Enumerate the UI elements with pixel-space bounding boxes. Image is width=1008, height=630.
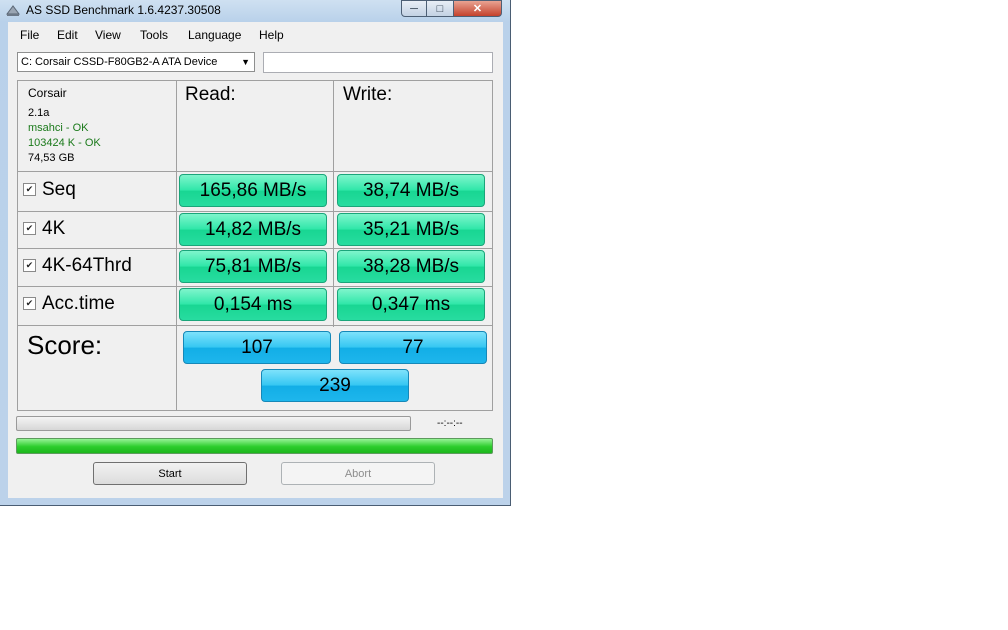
device-dropdown-value: C: Corsair CSSD-F80GB2-A ATA Device bbox=[21, 56, 218, 68]
device-dropdown[interactable]: C: Corsair CSSD-F80GB2-A ATA Device ▼ bbox=[17, 52, 255, 72]
menu-edit[interactable]: Edit bbox=[57, 28, 78, 42]
overall-progress-bar bbox=[16, 438, 493, 454]
menu-view[interactable]: View bbox=[95, 28, 121, 42]
menu-bar: File Edit View Tools Language Help bbox=[8, 26, 503, 46]
row-label-4k-64thrd: 4K-64Thrd bbox=[42, 255, 132, 276]
chevron-down-icon: ▼ bbox=[241, 57, 250, 67]
column-divider bbox=[333, 81, 334, 327]
menu-file[interactable]: File bbox=[20, 28, 39, 42]
close-icon: ✕ bbox=[472, 3, 483, 15]
app-window: AS SSD Benchmark 1.6.4237.30508 ─ □ ✕ Fi… bbox=[0, 0, 511, 506]
4k-read-value: 14,82 MB/s bbox=[179, 213, 327, 246]
maximize-button[interactable]: □ bbox=[426, 0, 454, 17]
seq-write-value: 38,74 MB/s bbox=[337, 174, 485, 207]
close-button[interactable]: ✕ bbox=[453, 0, 502, 17]
minimize-icon: ─ bbox=[410, 2, 418, 15]
row-4k: ✔ 4K bbox=[18, 212, 176, 248]
score-write: 77 bbox=[339, 331, 487, 364]
client-area: File Edit View Tools Language Help C: Co… bbox=[8, 22, 503, 498]
checkbox-4k-64thrd[interactable]: ✔ bbox=[23, 259, 36, 272]
seq-read-value: 165,86 MB/s bbox=[179, 174, 327, 207]
drive-alignment-status: 103424 K - OK bbox=[28, 137, 101, 149]
row-label-seq: Seq bbox=[42, 179, 76, 200]
4k64-read-value: 75,81 MB/s bbox=[179, 250, 327, 283]
score-label: Score: bbox=[27, 330, 103, 360]
checkbox-4k[interactable]: ✔ bbox=[23, 222, 36, 235]
row-divider bbox=[18, 325, 492, 326]
read-header: Read: bbox=[185, 84, 236, 105]
abort-button[interactable]: Abort bbox=[281, 462, 435, 485]
start-button[interactable]: Start bbox=[93, 462, 247, 485]
acctime-write-value: 0,347 ms bbox=[337, 288, 485, 321]
row-label-acc-time: Acc.time bbox=[42, 293, 115, 314]
menu-help[interactable]: Help bbox=[259, 28, 284, 42]
checkbox-acc-time[interactable]: ✔ bbox=[23, 297, 36, 310]
row-acc-time: ✔ Acc.time bbox=[18, 287, 176, 325]
menu-language[interactable]: Language bbox=[188, 28, 241, 42]
menu-tools[interactable]: Tools bbox=[140, 28, 168, 42]
window-title: AS SSD Benchmark 1.6.4237.30508 bbox=[26, 3, 221, 17]
title-bar[interactable]: AS SSD Benchmark 1.6.4237.30508 ─ □ ✕ bbox=[0, 0, 510, 21]
row-seq: ✔ Seq bbox=[18, 172, 176, 211]
results-grid: Corsair 2.1a msahci - OK 103424 K - OK 7… bbox=[17, 80, 493, 411]
drive-firmware: 2.1a bbox=[28, 107, 50, 119]
score-read: 107 bbox=[183, 331, 331, 364]
checkbox-seq[interactable]: ✔ bbox=[23, 183, 36, 196]
test-progress-bar bbox=[16, 416, 411, 431]
column-divider bbox=[176, 81, 177, 410]
4k64-write-value: 38,28 MB/s bbox=[337, 250, 485, 283]
drive-vendor: Corsair bbox=[28, 86, 67, 100]
row-4k-64thrd: ✔ 4K-64Thrd bbox=[18, 249, 176, 286]
extra-text-field[interactable] bbox=[263, 52, 493, 73]
acctime-read-value: 0,154 ms bbox=[179, 288, 327, 321]
row-label-4k: 4K bbox=[42, 218, 66, 239]
minimize-button[interactable]: ─ bbox=[401, 0, 427, 17]
write-header: Write: bbox=[343, 84, 393, 105]
elapsed-time: --:--:-- bbox=[437, 418, 463, 429]
4k-write-value: 35,21 MB/s bbox=[337, 213, 485, 246]
score-total: 239 bbox=[261, 369, 409, 402]
drive-size: 74,53 GB bbox=[28, 152, 75, 164]
maximize-icon: □ bbox=[436, 2, 444, 15]
drive-driver-status: msahci - OK bbox=[28, 122, 89, 134]
app-icon bbox=[6, 5, 20, 16]
